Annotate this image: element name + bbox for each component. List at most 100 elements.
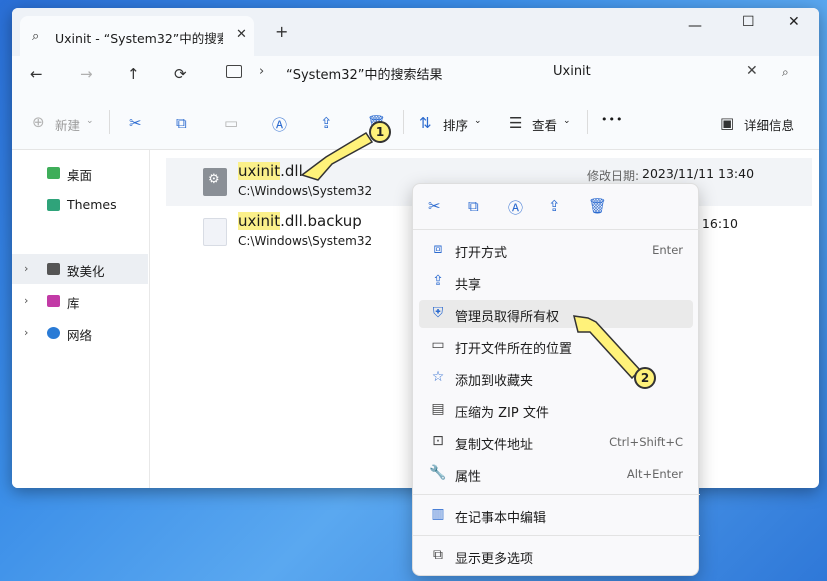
notepad-icon: ▥: [431, 506, 445, 522]
navigation-pane: 桌面 Themes › 致美化 › 库 › 网络: [12, 150, 150, 488]
new-button[interactable]: 新建: [55, 115, 80, 134]
sidebar-item-libraries[interactable]: › 库: [12, 286, 148, 316]
search-input[interactable]: Uxinit: [553, 64, 591, 79]
sort-button[interactable]: 排序: [443, 115, 468, 134]
this-pc-icon[interactable]: [226, 65, 242, 78]
share-icon: ⇪: [432, 273, 444, 289]
tab-search-results[interactable]: ⌕ Uxinit - “System32”中的搜索结 ✕: [20, 16, 254, 56]
address-chevron-icon[interactable]: ›: [259, 64, 264, 79]
up-button[interactable]: ↑: [127, 65, 140, 83]
open-with-icon: ⧈: [433, 241, 443, 257]
paste-button[interactable]: ▭: [224, 114, 238, 132]
library-icon: [47, 295, 60, 307]
divider: [587, 110, 588, 134]
file-name: uxinit.dll: [238, 162, 303, 180]
menu-item-share[interactable]: ⇪ 共享: [419, 268, 693, 296]
title-bar: ⌕ Uxinit - “System32”中的搜索结 ✕ + — ☐ ✕: [12, 8, 819, 56]
menu-item-open-with[interactable]: ⧈ 打开方式 Enter: [419, 236, 693, 264]
search-icon[interactable]: ⌕: [782, 65, 789, 80]
menu-item-shortcut: Ctrl+Shift+C: [609, 435, 683, 449]
menu-item-label: 属性: [455, 470, 482, 485]
divider: [413, 494, 700, 495]
divider: [413, 535, 700, 536]
annotation-badge-2: 2: [634, 367, 656, 389]
copy-icon[interactable]: ⧉: [468, 197, 479, 215]
cut-icon[interactable]: ✂: [428, 197, 441, 215]
context-menu-toolbar: ✂ ⧉ Ⓐ ⇪ 🗑: [413, 184, 700, 230]
new-chevron-icon: ⌄: [86, 116, 94, 126]
menu-item-shortcut: Enter: [652, 243, 683, 257]
address-bar[interactable]: “System32”中的搜索结果: [286, 64, 443, 83]
divider: [403, 110, 404, 134]
search-clear-icon[interactable]: ✕: [746, 63, 758, 79]
folder-icon: ▭: [431, 337, 445, 353]
refresh-button[interactable]: ⟳: [174, 65, 187, 83]
menu-item-edit-notepad[interactable]: ▥ 在记事本中编辑: [419, 501, 693, 529]
menu-item-label: 管理员取得所有权: [455, 310, 560, 325]
menu-item-open-location[interactable]: ▭ 打开文件所在的位置: [419, 332, 693, 360]
menu-item-compress-zip[interactable]: ▤ 压缩为 ZIP 文件: [419, 396, 693, 424]
dll-file-icon: [203, 168, 227, 196]
menu-item-label: 在记事本中编辑: [455, 511, 547, 526]
network-icon: [47, 327, 60, 339]
context-menu: ✂ ⧉ Ⓐ ⇪ 🗑 ⧈ 打开方式 Enter ⇪ 共享 ⛨ 管理员取得所有权 ▭…: [412, 183, 700, 576]
menu-item-label: 复制文件地址: [455, 438, 534, 453]
expand-chevron-icon[interactable]: ›: [24, 326, 28, 339]
new-tab-button[interactable]: +: [275, 22, 288, 41]
view-button[interactable]: 查看: [532, 115, 557, 134]
menu-item-more-options[interactable]: ⧉ 显示更多选项: [419, 542, 693, 570]
command-bar: ⊕ 新建 ⌄ ✂ ⧉ ▭ Ⓐ ⇪ 🗑 ⇅ 排序 ⌄ ☰ 查看 ⌄ ••• ▣ 详…: [12, 94, 819, 150]
view-chevron-icon: ⌄: [563, 116, 571, 126]
new-icon: ⊕: [32, 113, 45, 131]
expand-chevron-icon[interactable]: ›: [24, 262, 28, 275]
sidebar-item-label: Themes: [67, 197, 117, 212]
maximize-button[interactable]: ☐: [742, 14, 755, 30]
more-options-icon: ⧉: [433, 547, 443, 563]
menu-item-take-ownership[interactable]: ⛨ 管理员取得所有权: [419, 300, 693, 328]
tab-close-icon[interactable]: ✕: [236, 27, 247, 42]
sidebar-item-network[interactable]: › 网络: [12, 318, 148, 348]
menu-item-label: 打开方式: [455, 246, 508, 261]
menu-item-label: 打开文件所在的位置: [455, 342, 573, 357]
more-button[interactable]: •••: [601, 113, 623, 126]
rename-button[interactable]: Ⓐ: [272, 114, 287, 135]
computer-icon: [47, 263, 60, 275]
copy-button[interactable]: ⧉: [176, 114, 187, 132]
menu-item-label: 压缩为 ZIP 文件: [455, 406, 549, 421]
sidebar-item-desktop[interactable]: 桌面: [12, 158, 148, 188]
cut-button[interactable]: ✂: [129, 114, 142, 132]
copy-path-icon: ⊡: [432, 433, 444, 449]
back-button[interactable]: ←: [30, 65, 43, 83]
delete-icon[interactable]: 🗑: [588, 197, 607, 215]
desktop-icon: [47, 167, 60, 179]
menu-item-properties[interactable]: 🔧 属性 Alt+Enter: [419, 460, 693, 488]
annotation-badge-1: 1: [369, 121, 391, 143]
sidebar-item-this-pc[interactable]: › 致美化: [12, 254, 148, 284]
tab-title: Uxinit - “System32”中的搜索结: [55, 31, 223, 46]
rename-icon[interactable]: Ⓐ: [508, 197, 523, 218]
forward-button[interactable]: →: [80, 65, 93, 83]
navigation-bar: ← → ↑ ⟳ › “System32”中的搜索结果 Uxinit ✕ ⌕: [12, 56, 819, 94]
divider: [109, 110, 110, 134]
expand-chevron-icon[interactable]: ›: [24, 294, 28, 307]
view-icon: ☰: [509, 114, 523, 132]
zip-icon: ▤: [431, 401, 445, 417]
share-button[interactable]: ⇪: [320, 114, 333, 132]
minimize-button[interactable]: —: [688, 18, 702, 34]
sidebar-item-label: 网络: [67, 328, 93, 343]
folder-icon: [47, 199, 60, 211]
sidebar-item-themes[interactable]: Themes: [12, 190, 148, 220]
star-icon: ☆: [431, 369, 445, 385]
details-pane-icon: ▣: [720, 114, 735, 132]
menu-item-copy-path[interactable]: ⊡ 复制文件地址 Ctrl+Shift+C: [419, 428, 693, 456]
search-icon: ⌕: [32, 29, 40, 44]
sidebar-item-label: 库: [67, 296, 80, 311]
close-button[interactable]: ✕: [788, 14, 800, 30]
sort-chevron-icon: ⌄: [474, 116, 482, 126]
details-button[interactable]: 详细信息: [744, 115, 794, 134]
menu-item-label: 添加到收藏夹: [455, 374, 534, 389]
modified-date: 2023/11/11 13:40: [642, 166, 755, 181]
admin-shield-icon: ⛨: [432, 305, 444, 321]
menu-item-shortcut: Alt+Enter: [626, 467, 683, 481]
share-icon[interactable]: ⇪: [548, 197, 561, 215]
